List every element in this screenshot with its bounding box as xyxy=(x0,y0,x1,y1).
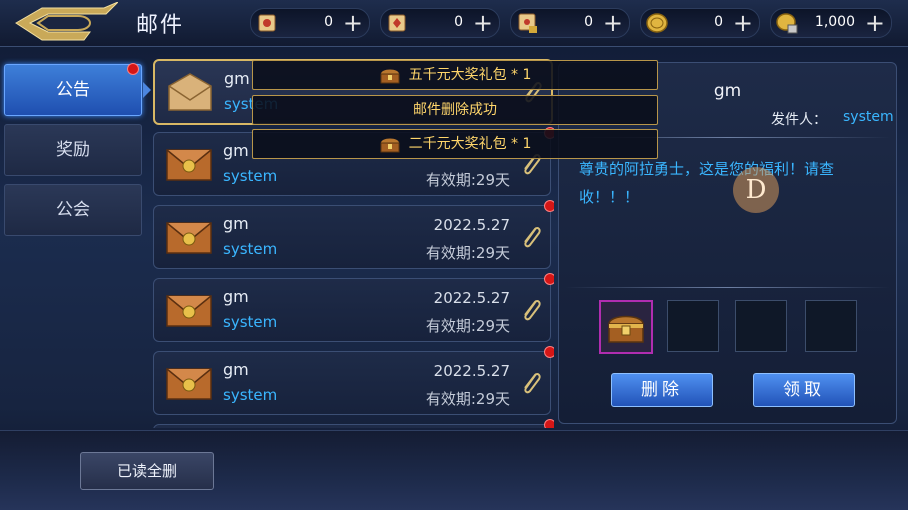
divider xyxy=(565,287,890,288)
mail-date: 2022.5.27 xyxy=(433,216,510,234)
watermark-logo: D xyxy=(733,167,779,213)
mail-expiry: 有效期:29天 xyxy=(425,390,510,408)
attachment-icon xyxy=(524,372,541,394)
resource-value: 0 xyxy=(584,14,593,30)
envelope-icon xyxy=(166,222,212,254)
back-icon[interactable] xyxy=(8,2,118,44)
unread-badge xyxy=(544,419,554,428)
unread-badge xyxy=(544,273,554,285)
resource-counter-4: 0 + xyxy=(640,8,760,38)
new-badge xyxy=(127,63,139,75)
tab-label: 公会 xyxy=(56,200,90,220)
toast-text: 邮件删除成功 xyxy=(413,102,497,118)
mail-from: gm xyxy=(223,141,249,160)
mail-expiry: 有效期:29天 xyxy=(425,317,510,335)
envelope-icon xyxy=(166,368,212,400)
add-resource-button[interactable]: + xyxy=(473,9,493,37)
delete-button[interactable]: 删除 xyxy=(611,373,713,407)
attachment-slot[interactable] xyxy=(599,300,653,354)
mail-body: 尊贵的阿拉勇士，这是您的福利！请查收！！！ xyxy=(579,160,835,206)
resource-value: 0 xyxy=(454,14,463,30)
mail-sender: system xyxy=(223,167,278,185)
red-scroll-icon xyxy=(388,14,406,32)
resource-value: 1,000 xyxy=(814,14,855,30)
mail-item[interactable]: gm system 2022.5.27 有效期:29天 xyxy=(153,200,554,269)
add-resource-button[interactable]: + xyxy=(733,9,753,37)
tab-label: 公告 xyxy=(56,80,90,100)
status-toast: 邮件删除成功 xyxy=(252,95,658,125)
unread-badge xyxy=(544,346,554,358)
attachment-icon xyxy=(524,299,541,321)
add-resource-button[interactable]: + xyxy=(603,9,623,37)
reward-toast: 二千元大奖礼包 * 1 xyxy=(252,129,658,159)
mail-expiry: 有效期:29天 xyxy=(425,171,510,189)
unread-badge xyxy=(544,200,554,212)
attachment-slot xyxy=(735,300,787,352)
toast-text: 五千元大奖礼包 * 1 xyxy=(408,67,532,83)
mail-date: 2022.5.27 xyxy=(433,289,510,307)
add-resource-button[interactable]: + xyxy=(865,9,885,37)
mail-expiry: 有效期:29天 xyxy=(425,244,510,262)
tab-label: 奖励 xyxy=(56,140,90,160)
resource-counter-3: 0 + xyxy=(510,8,630,38)
mail-from: gm xyxy=(223,287,249,306)
sender-label: 发件人： xyxy=(771,112,827,128)
treasure-chest-icon xyxy=(380,138,400,153)
delete-all-read-button[interactable]: 已读全删 xyxy=(80,452,214,490)
envelope-icon xyxy=(166,295,212,327)
attachment-slot xyxy=(667,300,719,352)
mail-from: gm xyxy=(223,214,249,233)
opened-envelope-icon xyxy=(168,73,212,111)
resource-counter-2: 0 + xyxy=(380,8,500,38)
locked-gold-icon xyxy=(776,13,798,34)
mail-item[interactable]: gm system 2022.5.27 有效期:29天 xyxy=(153,346,554,415)
reward-toast: 五千元大奖礼包 * 1 xyxy=(252,60,658,90)
attachment-icon xyxy=(524,226,541,248)
locked-scroll-icon xyxy=(518,13,537,33)
sender-name: system xyxy=(843,109,894,125)
resource-value: 0 xyxy=(324,14,333,30)
top-bar: 邮件 0 + 0 + 0 + 0 + 1,000 + xyxy=(0,0,908,47)
mail-date: 2022.5.27 xyxy=(433,362,510,380)
mail-sender: system xyxy=(223,240,278,258)
tab-guild[interactable]: 公会 xyxy=(4,184,142,236)
mail-from: gm xyxy=(224,69,250,88)
mail-from: gm xyxy=(223,360,249,379)
treasure-chest-icon xyxy=(608,315,644,343)
treasure-chest-icon xyxy=(380,69,400,84)
gold-coin-icon xyxy=(646,13,668,33)
resource-counter-5: 1,000 + xyxy=(770,8,892,38)
tab-announcement[interactable]: 公告 xyxy=(4,63,151,116)
resource-counter-1: 0 + xyxy=(250,8,370,38)
claim-button[interactable]: 领取 xyxy=(753,373,855,407)
toast-text: 二千元大奖礼包 * 1 xyxy=(408,136,532,152)
page-title: 邮件 xyxy=(136,13,185,38)
resource-value: 0 xyxy=(714,14,723,30)
add-resource-button[interactable]: + xyxy=(343,9,363,37)
envelope-icon xyxy=(166,149,212,181)
scroll-ticket-icon xyxy=(258,14,276,32)
tab-reward[interactable]: 奖励 xyxy=(4,124,142,176)
mail-sender: system xyxy=(223,386,278,404)
mail-sender: system xyxy=(223,313,278,331)
mail-item[interactable] xyxy=(153,419,554,428)
mail-item[interactable]: gm system 2022.5.27 有效期:29天 xyxy=(153,273,554,342)
attachment-slot xyxy=(805,300,857,352)
